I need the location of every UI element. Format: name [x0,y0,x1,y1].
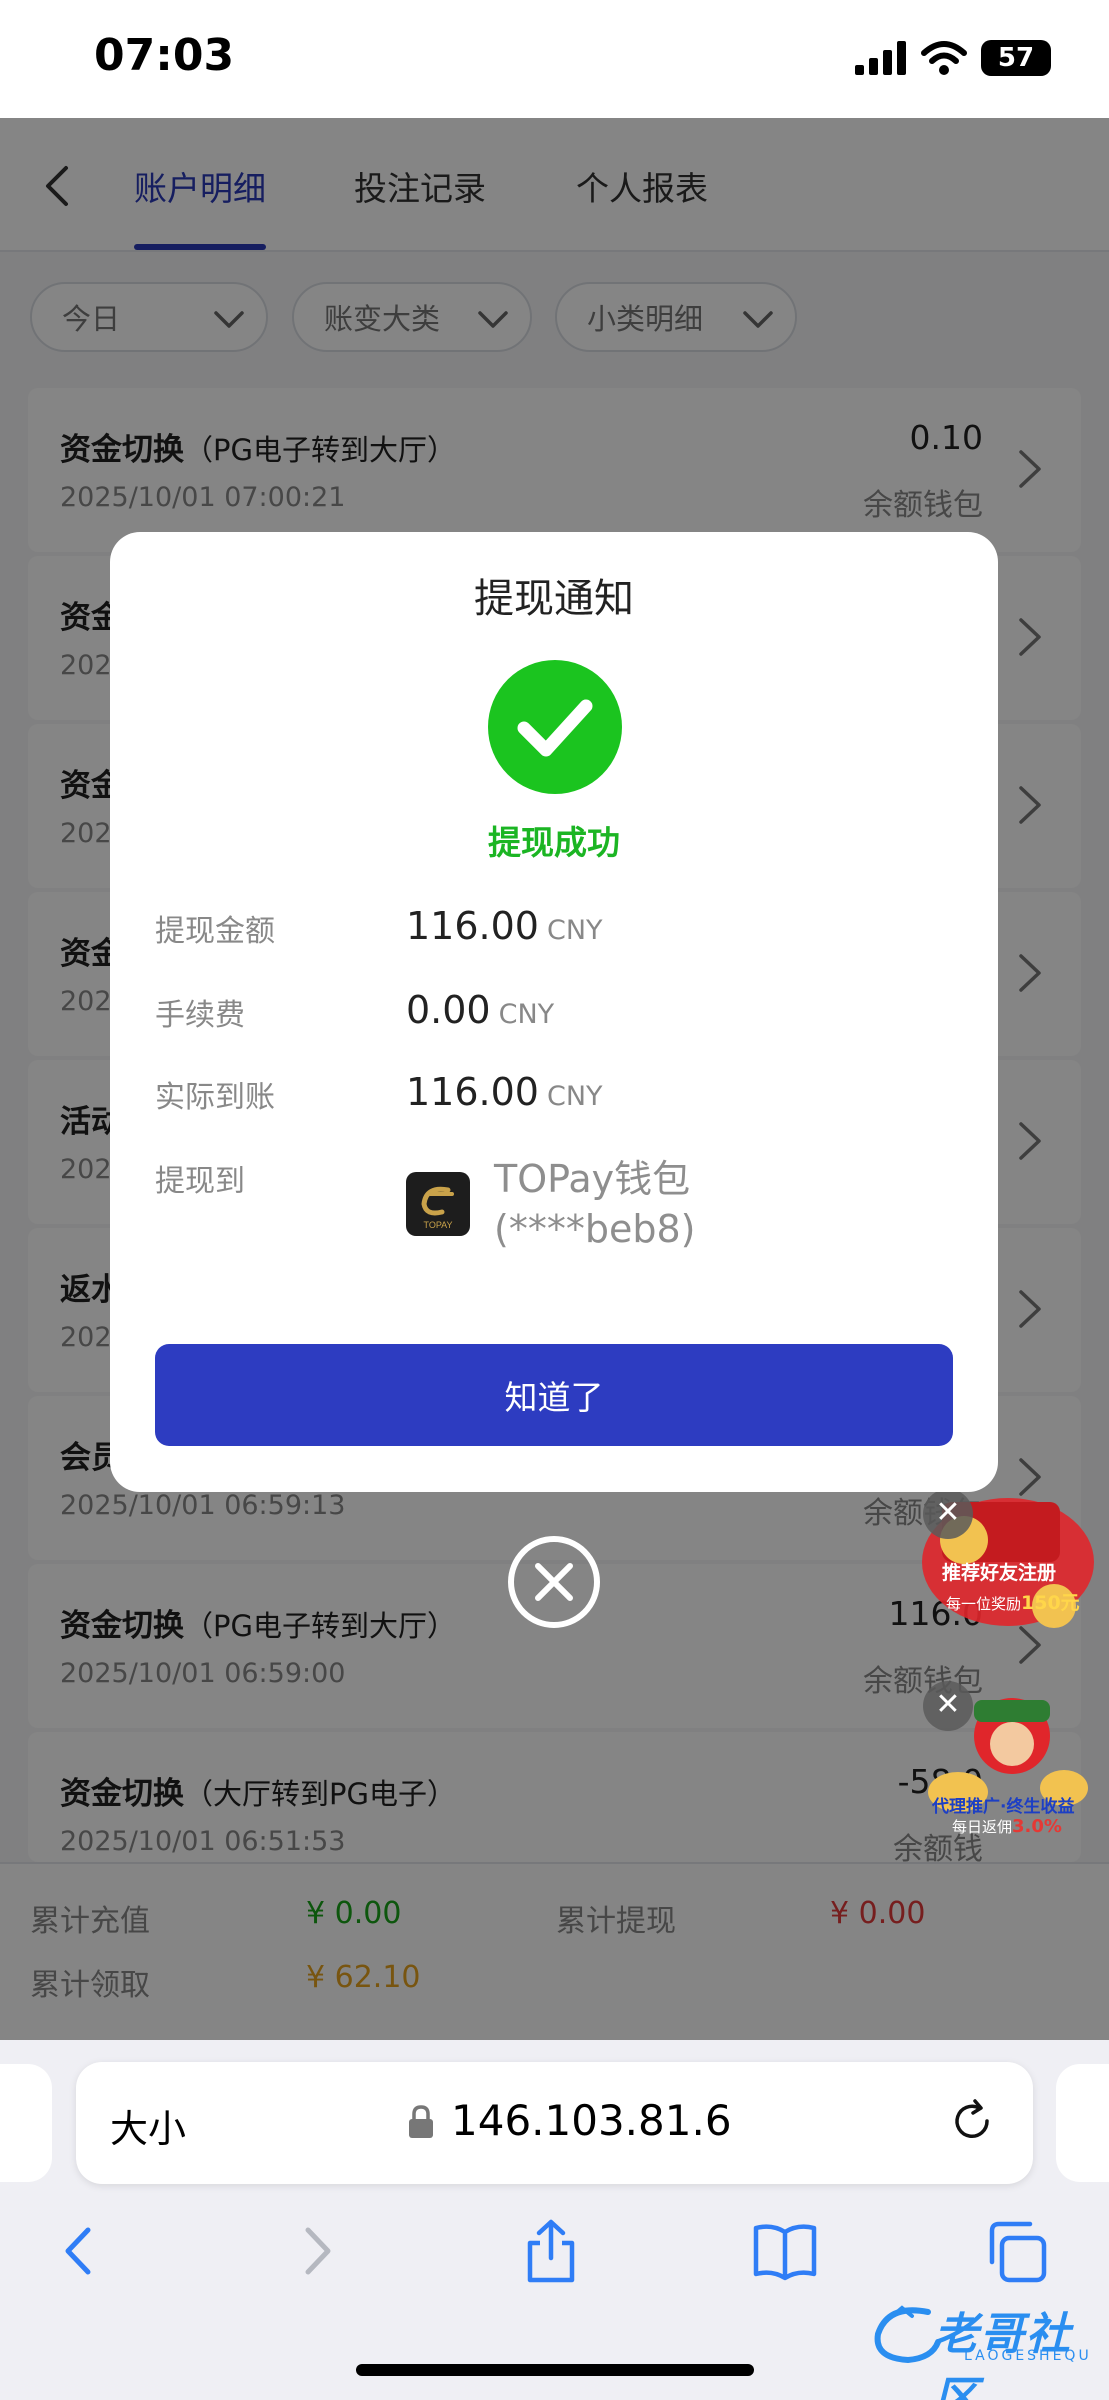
destination-wallet-name: TOPay钱包 [494,1157,691,1201]
home-indicator [356,2364,754,2376]
agent-promo-rate: 3.0% [1012,1816,1062,1837]
agent-promo-title: 代理推广·终生收益 [932,1797,1075,1817]
watermark-subtext: LAOGESHEQU [964,2348,1092,2364]
share-icon[interactable] [520,2216,582,2286]
wifi-icon [921,41,967,75]
previous-tab-preview[interactable] [0,2064,52,2182]
currency-unit: CNY [498,999,555,1030]
actual-received-value: 116.00 [406,1070,539,1114]
referral-promo-sub: 每一位奖励 [946,1595,1022,1613]
tabs-icon[interactable] [984,2216,1050,2286]
status-time: 07:03 [94,30,235,81]
agent-promo-sub: 每日返佣 [952,1818,1013,1836]
bookmarks-icon[interactable] [750,2216,820,2286]
withdraw-notice-dialog: 提现通知 提现成功 提现金额 116.00 CNY 手续费 0.00 CNY 实际到… [110,532,998,1492]
status-icons: 57 [855,40,1051,76]
url-text: 146.103.81.6 [451,2096,732,2145]
dialog-title: 提现通知 [474,576,634,622]
back-arrow-icon[interactable] [56,2216,102,2286]
currency-unit: CNY [546,915,603,946]
destination-label: 提现到 [155,1164,245,1199]
referral-promo-title: 推荐好友注册 [942,1562,1057,1584]
success-check-icon [488,660,622,794]
referral-promo-amount: 150元 [1021,1592,1080,1614]
cellular-signal-icon [855,41,906,75]
fee-label: 手续费 [155,998,245,1033]
text-size-button[interactable]: 大小 [110,2098,186,2153]
reload-icon[interactable] [945,2094,999,2148]
withdraw-amount-label: 提现金额 [155,914,275,949]
actual-received-label: 实际到账 [155,1080,275,1115]
destination-wallet-account: (****beb8) [494,1207,696,1251]
next-tab-preview[interactable] [1056,2064,1109,2182]
close-referral-promo-icon[interactable]: ✕ [923,1489,973,1539]
currency-unit: CNY [546,1081,603,1112]
close-dialog-icon[interactable] [508,1536,600,1628]
fee-value: 0.00 [406,988,491,1032]
status-bar: 07:03 57 [0,0,1109,118]
battery-icon: 57 [981,40,1051,76]
topay-logo-text: TOPAY [423,1220,452,1230]
success-status: 提现成功 [488,823,620,862]
close-agent-promo-icon[interactable]: ✕ [923,1681,973,1731]
address-bar[interactable]: 大小 146.103.81.6 [76,2062,1033,2184]
withdraw-amount-value: 116.00 [406,904,539,948]
watermark: 老哥社区 LAOGESHEQU [868,2298,1100,2400]
forward-arrow-icon[interactable] [294,2216,340,2286]
confirm-button[interactable]: 知道了 [155,1344,953,1446]
topay-logo: TOPAY [406,1172,470,1236]
lock-icon [409,2105,433,2138]
